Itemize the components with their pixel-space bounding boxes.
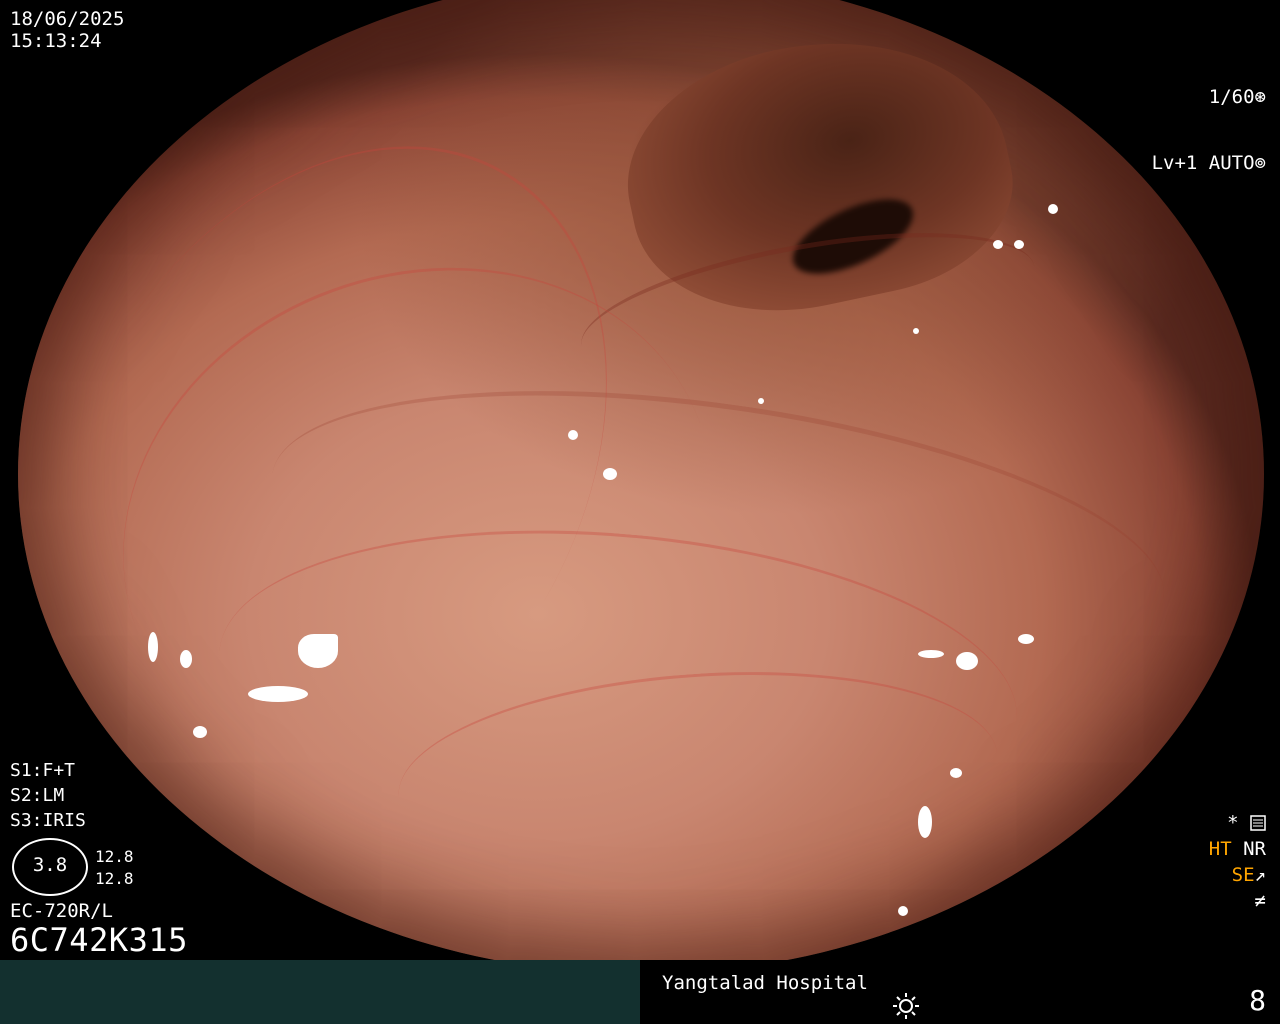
specular-highlight — [1014, 240, 1024, 249]
footer-left-bar — [0, 960, 640, 1024]
hospital-name: Yangtalad Hospital — [662, 972, 868, 994]
specular-highlight — [918, 650, 944, 658]
page-number: 8 — [1249, 984, 1266, 1017]
specular-highlight — [248, 686, 308, 702]
ht-label: HT — [1208, 838, 1232, 860]
specular-highlight — [180, 650, 192, 668]
setting-s1: S1:F+T — [10, 760, 76, 781]
enhancement-curve-icon: ↗ — [1254, 864, 1266, 886]
endoscopic-image — [18, 0, 1264, 974]
specular-highlight — [193, 726, 207, 738]
settings-sliders-icon — [1250, 815, 1266, 831]
time-text: 15:13:24 — [10, 30, 102, 52]
sun-icon — [893, 993, 919, 1019]
specular-highlight — [603, 468, 617, 480]
datetime-block: 18/06/2025 15:13:24 — [10, 8, 124, 52]
date-text: 18/06/2025 — [10, 8, 125, 30]
shutter-text: 1/60 — [1208, 86, 1255, 108]
scope-serial: 6C742K315 — [10, 921, 188, 959]
specular-highlight — [918, 806, 932, 838]
settings-list: S1:F+T S2:LM S3:IRIS — [10, 758, 86, 833]
iris-mode-text: AUTO — [1208, 152, 1255, 174]
iris-icon: ⊚ — [1254, 152, 1266, 174]
specular-highlight — [758, 398, 764, 404]
aperture-icon: ⊛ — [1254, 86, 1266, 108]
scope-model: EC-720R/L — [10, 900, 113, 922]
specular-highlight — [298, 634, 338, 668]
specular-highlight — [898, 906, 908, 916]
specular-highlight — [986, 890, 996, 899]
specular-highlight — [956, 652, 978, 670]
gauge-readout: 12.8 — [95, 847, 134, 866]
gauge-indicator: 3.8 — [12, 838, 88, 896]
setting-s3: S3:IRIS — [10, 810, 86, 831]
gauge-readouts: 12.8 12.8 — [95, 846, 134, 890]
specular-highlight — [1048, 204, 1058, 214]
specular-highlight — [913, 328, 919, 334]
exposure-block: 1/60⊛ Lv+1 AUTO⊚ — [1152, 42, 1266, 196]
specular-highlight — [950, 768, 962, 778]
level-text: Lv+1 — [1151, 152, 1198, 174]
gauge-value: 3.8 — [32, 854, 68, 876]
freeze-icon: ≠ — [1254, 890, 1266, 912]
se-label: SE — [1231, 864, 1255, 886]
specular-highlight — [568, 430, 578, 440]
status-block: * HT NR SE↗ ≠ — [1209, 810, 1266, 914]
setting-s2: S2:LM — [10, 785, 65, 806]
nr-label: NR — [1243, 838, 1266, 860]
specular-highlight — [1018, 634, 1034, 644]
specular-highlight — [993, 240, 1003, 249]
gauge-readout: 12.8 — [95, 869, 134, 888]
specular-highlight — [148, 632, 158, 662]
star-text: * — [1227, 812, 1239, 834]
